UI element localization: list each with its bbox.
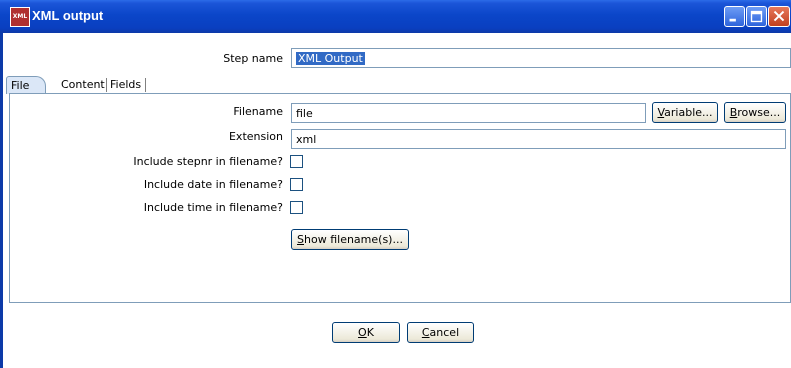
show-filenames-mnemonic: S (297, 233, 305, 246)
step-name-value: XML Output (296, 52, 365, 65)
filename-input[interactable]: file (291, 103, 646, 123)
ok-button-mnemonic: O (358, 326, 367, 339)
show-filenames-label: how filename(s)... (304, 233, 403, 246)
maximize-button[interactable] (746, 6, 767, 27)
include-time-checkbox[interactable] (290, 201, 303, 214)
extension-input[interactable]: xml (291, 129, 786, 149)
include-date-label: Include date in filename? (143, 178, 283, 191)
window-title: XML output (32, 8, 104, 23)
tab-separator (106, 78, 107, 92)
variable-button[interactable]: Variable... (652, 102, 718, 123)
tab-separator (145, 78, 146, 92)
tab-content[interactable]: Content (61, 76, 105, 94)
maximize-icon (750, 10, 763, 23)
step-name-input[interactable]: XML Output (291, 48, 791, 68)
file-tab-panel (9, 93, 791, 303)
close-icon (773, 10, 785, 22)
browse-button-label: rowse... (737, 106, 781, 119)
variable-button-label: ariable... (664, 106, 713, 119)
include-date-checkbox[interactable] (290, 178, 303, 191)
title-bar[interactable]: XML XML output (0, 0, 791, 33)
include-time-label: Include time in filename? (143, 201, 283, 214)
cancel-button-mnemonic: C (421, 326, 430, 339)
ok-button[interactable]: OK (332, 322, 400, 343)
include-stepnr-label: Include stepnr in filename? (133, 155, 283, 168)
browse-button[interactable]: Browse... (724, 102, 786, 123)
minimize-button[interactable] (724, 6, 745, 27)
cancel-button-label: ancel (429, 326, 460, 339)
include-stepnr-checkbox[interactable] (290, 155, 303, 168)
tab-file[interactable]: File (6, 76, 46, 94)
cancel-button[interactable]: Cancel (407, 322, 474, 343)
xml-app-icon: XML (10, 7, 30, 27)
tab-fields[interactable]: Fields (110, 76, 141, 94)
step-name-label: Step name (223, 52, 283, 65)
show-filenames-button[interactable]: Show filename(s)... (291, 229, 409, 250)
minimize-icon (729, 18, 736, 22)
ok-button-label: K (366, 326, 374, 339)
close-button[interactable] (768, 6, 790, 27)
filename-label: Filename (233, 105, 283, 118)
extension-label: Extension (228, 130, 283, 143)
